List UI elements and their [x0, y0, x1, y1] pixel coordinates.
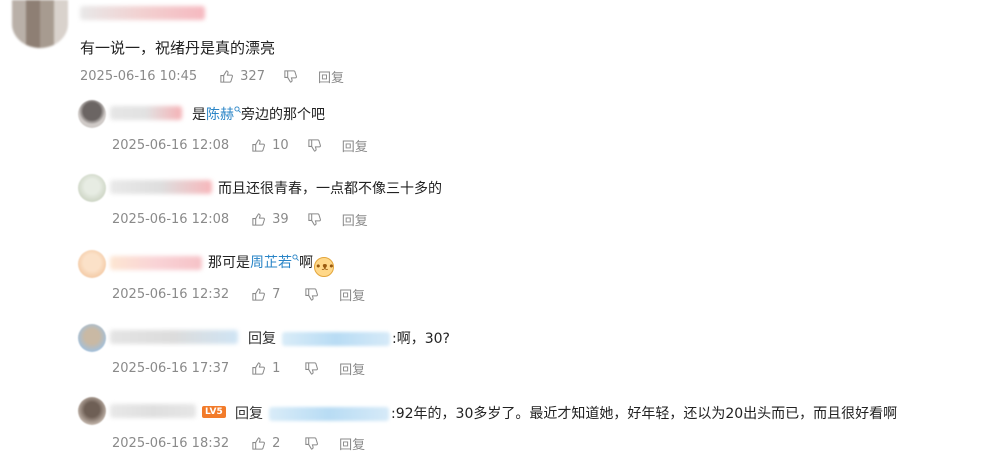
thumbs-up-icon[interactable] [251, 436, 266, 451]
thumbs-down-icon[interactable] [304, 436, 319, 451]
reply-target-username[interactable] [282, 332, 390, 346]
timestamp: 2025-06-16 17:37 [112, 361, 230, 376]
mention-link[interactable]: 陈赫 [206, 107, 234, 123]
reply-meta: 2025-06-16 12:08 39 回复 [112, 210, 368, 229]
reply-button[interactable]: 回复 [339, 434, 365, 453]
like-count: 7 [272, 287, 281, 302]
reply-suffix: 旁边的那个吧 [241, 107, 325, 123]
reply-prefix: 是 [192, 107, 206, 123]
reply-text: 而且还很青春，一点都不像三十多的 [218, 181, 442, 197]
search-mini-icon [234, 106, 241, 114]
reply-text: 是陈赫 旁边的那个吧 [192, 104, 325, 124]
like-count: 39 [272, 212, 289, 227]
timestamp: 2025-06-16 12:08 [112, 212, 230, 227]
reply-target-username[interactable] [269, 407, 389, 421]
reply-to-label: 回复 [235, 406, 263, 422]
username[interactable] [110, 256, 202, 270]
timestamp: 2025-06-16 12:08 [112, 138, 230, 153]
reply-button[interactable]: 回复 [342, 210, 368, 229]
avatar[interactable] [78, 324, 106, 352]
thumbs-up-icon[interactable] [251, 138, 266, 153]
comment-thread: 有一说一，祝绪丹是真的漂亮 2025-06-16 10:45 327 回复 是陈… [0, 0, 990, 470]
reply-body: :啊，30? [392, 331, 450, 347]
username[interactable] [110, 106, 182, 120]
timestamp: 2025-06-16 10:45 [80, 69, 198, 84]
cat-face-emoji-icon: •ᴥ• [314, 257, 335, 277]
timestamp: 2025-06-16 18:32 [112, 436, 230, 451]
mention-link[interactable]: 周芷若 [250, 255, 292, 271]
username[interactable] [110, 180, 212, 194]
reply-suffix: 啊 [299, 255, 313, 271]
avatar[interactable] [78, 100, 106, 128]
reply-prefix: 那可是 [208, 255, 250, 271]
comment-text: 有一说一，祝绪丹是真的漂亮 [80, 39, 276, 57]
thumbs-down-icon[interactable] [307, 212, 322, 227]
reply-button[interactable]: 回复 [342, 136, 368, 155]
reply-button[interactable]: 回复 [339, 359, 365, 378]
reply-meta: 2025-06-16 17:37 1 回复 [112, 359, 365, 378]
search-mini-icon [292, 254, 299, 262]
thumbs-up-icon[interactable] [251, 287, 266, 302]
reply-text: 那可是周芷若啊 •ᴥ• [208, 252, 335, 277]
thumbs-up-icon[interactable] [219, 69, 234, 84]
reply-button[interactable]: 回复 [339, 285, 365, 304]
like-count: 327 [240, 69, 265, 84]
reply-meta: 2025-06-16 12:08 10 回复 [112, 136, 368, 155]
thumbs-up-icon[interactable] [251, 361, 266, 376]
thumbs-up-icon[interactable] [251, 212, 266, 227]
username[interactable] [110, 404, 196, 418]
thumbs-down-icon[interactable] [304, 361, 319, 376]
reply-meta: 2025-06-16 12:32 7 回复 [112, 285, 365, 304]
reply-to-label: 回复 [248, 331, 276, 347]
reply-text: 回复 :啊，30? [248, 328, 450, 348]
reply-button[interactable]: 回复 [318, 67, 344, 86]
username[interactable] [80, 6, 205, 20]
like-count: 1 [272, 361, 281, 376]
avatar[interactable] [78, 250, 106, 278]
avatar[interactable] [78, 174, 106, 202]
reply-meta: 2025-06-16 18:32 2 回复 [112, 434, 365, 453]
reply-body: :92年的，30多岁了。最近才知道她，好年轻，还以为20出头而已，而且很好看啊 [391, 406, 898, 422]
like-count: 2 [272, 436, 281, 451]
timestamp: 2025-06-16 12:32 [112, 287, 230, 302]
thumbs-down-icon[interactable] [304, 287, 319, 302]
reply-text: 回复 :92年的，30多岁了。最近才知道她，好年轻，还以为20出头而已，而且很好看… [235, 403, 897, 423]
level-badge: LV5 [202, 406, 226, 418]
thumbs-down-icon[interactable] [307, 138, 322, 153]
username[interactable] [110, 330, 238, 344]
like-count: 10 [272, 138, 289, 153]
avatar[interactable] [78, 397, 106, 425]
thumbs-down-icon[interactable] [283, 69, 298, 84]
avatar[interactable] [12, 0, 68, 48]
comment-meta: 2025-06-16 10:45 327 回复 [80, 67, 344, 86]
